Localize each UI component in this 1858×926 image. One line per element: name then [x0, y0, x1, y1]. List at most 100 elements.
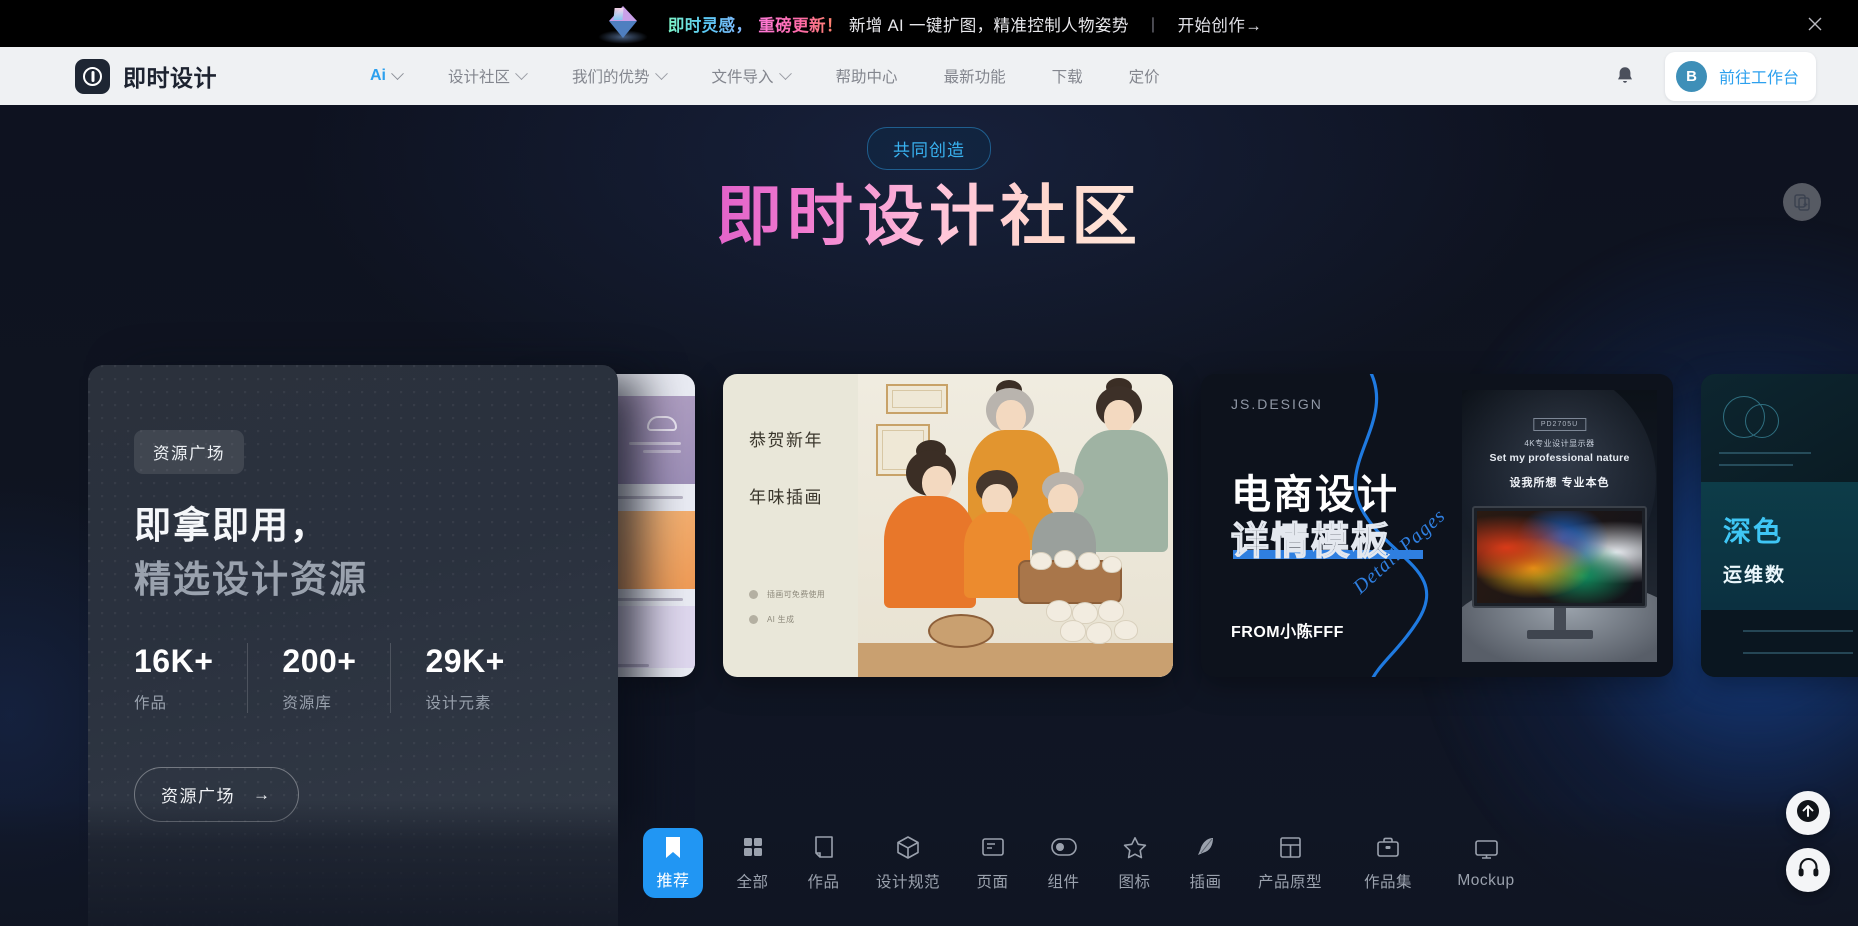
- stat-value: 29K+: [425, 643, 505, 679]
- avatar: B: [1675, 60, 1707, 92]
- tab-label: 作品: [807, 874, 840, 891]
- toggle-icon: [1050, 834, 1077, 860]
- promo-highlight-1: 即时灵感，: [668, 12, 753, 36]
- tab-portfolio[interactable]: 作品集: [1339, 824, 1437, 902]
- promo-content: 即时灵感， 重磅更新！ 新增 AI 一键扩图，精准控制人物姿势 丨 开始创作→: [596, 2, 1262, 46]
- panel-stats: 16K+ 作品 200+ 资源库 29K+ 设计元素: [134, 643, 505, 713]
- tab-mockup[interactable]: Mockup: [1437, 826, 1535, 900]
- nav-label: 文件导入: [711, 69, 774, 86]
- promo-cta-link[interactable]: 开始创作→: [1178, 12, 1263, 36]
- brand-logo-link[interactable]: 即时设计: [75, 58, 217, 94]
- star-icon: [1123, 834, 1147, 860]
- tab-label: 设计规范: [875, 874, 940, 891]
- chevron-down-icon: [391, 66, 404, 80]
- tab-label: 全部: [736, 874, 769, 891]
- illustration-title-2: 年味插画: [749, 487, 823, 507]
- tab-label: 产品原型: [1257, 874, 1322, 891]
- layout-icon: [1279, 834, 1302, 860]
- add-collection-icon[interactable]: [1783, 183, 1821, 221]
- promo-text: 即时灵感， 重磅更新！ 新增 AI 一键扩图，精准控制人物姿势 丨 开始创作→: [668, 12, 1262, 36]
- stat-value: 200+: [282, 643, 357, 679]
- tab-label: 推荐: [656, 872, 690, 890]
- tab-pages[interactable]: 页面: [957, 824, 1028, 902]
- header-actions: B 前往工作台: [1603, 51, 1858, 101]
- list-item: 插画可免费使用: [749, 589, 825, 600]
- illustration-card-text: 恭贺新年 年味插画 插画可免费使用 AI 生成: [723, 374, 858, 677]
- tab-design-system[interactable]: 设计规范: [859, 824, 957, 902]
- bullet-dot-icon: [749, 614, 758, 624]
- card-brand-label: JS.DESIGN: [1231, 395, 1323, 412]
- bell-icon[interactable]: [1603, 54, 1647, 98]
- go-to-workbench-button[interactable]: B 前往工作台: [1664, 51, 1816, 101]
- card-author: FROM小陈FFF: [1231, 623, 1344, 641]
- go-to-workbench-label: 前往工作台: [1718, 70, 1799, 87]
- card-title-line1: 深色: [1723, 515, 1784, 547]
- nav-item-ai[interactable]: Ai: [347, 47, 425, 105]
- illustration-bullets: 插画可免费使用 AI 生成: [749, 589, 825, 639]
- carousel-card-ecommerce-template[interactable]: JS.DESIGN 电商设计 详情模板 Detail Pages FROM小陈F…: [1201, 373, 1673, 677]
- tab-works[interactable]: 作品: [788, 824, 859, 902]
- category-tabbar: 推荐 全部 作品 设计规范 页面 组件 图标 插画 产品原型 作品集 Mocku…: [0, 800, 1858, 926]
- bullet-dot-icon: [749, 589, 758, 599]
- tab-label: 组件: [1047, 874, 1080, 891]
- nav-item-community[interactable]: 设计社区: [425, 47, 549, 105]
- chevron-down-icon: [778, 66, 792, 80]
- resource-plaza-tag[interactable]: 资源广场: [134, 430, 244, 474]
- briefcase-icon: [1376, 834, 1400, 860]
- tab-illustration[interactable]: 插画: [1170, 824, 1241, 902]
- list-item: AI 生成: [749, 614, 825, 625]
- tab-icons[interactable]: 图标: [1099, 824, 1170, 902]
- nav-label: 下载: [1051, 69, 1083, 86]
- site-header: 即时设计 Ai 设计社区 我们的优势 文件导入 帮助中心 最新功能 下载 定价 …: [0, 47, 1858, 105]
- tab-prototype[interactable]: 产品原型: [1241, 824, 1339, 902]
- card-title-line2: 运维数: [1723, 564, 1787, 586]
- nav-item-pricing[interactable]: 定价: [1106, 47, 1183, 105]
- panel-heading-line1: 即拿即用，: [134, 505, 329, 546]
- nav-item-file-import[interactable]: 文件导入: [689, 47, 813, 105]
- stat-label: 作品: [134, 695, 168, 712]
- stat-libraries: 200+ 资源库: [282, 643, 392, 713]
- chevron-down-icon: [515, 66, 528, 80]
- arrow-up-circle-icon: [1795, 798, 1821, 829]
- nav-label: 定价: [1128, 69, 1160, 86]
- page-root: 即时灵感， 重磅更新！ 新增 AI 一键扩图，精准控制人物姿势 丨 开始创作→ …: [0, 0, 1858, 926]
- bookmark-icon: [663, 836, 683, 860]
- monitor-mockup: [1472, 505, 1647, 608]
- floating-action-buttons: [1786, 791, 1830, 892]
- carousel-card-new-year-illustration[interactable]: 恭贺新年 年味插画 插画可免费使用 AI 生成: [723, 373, 1173, 677]
- carousel-card-dark-dashboard[interactable]: 深色 运维数: [1701, 373, 1858, 677]
- nav-label: 设计社区: [448, 69, 511, 86]
- nav-item-advantages[interactable]: 我们的优势: [549, 47, 689, 105]
- tab-label: 图标: [1118, 874, 1151, 891]
- scroll-to-top-button[interactable]: [1786, 791, 1830, 835]
- page-icon: [981, 834, 1005, 860]
- tab-label: 页面: [976, 874, 1009, 891]
- tab-all[interactable]: 全部: [717, 824, 788, 902]
- close-icon[interactable]: [1802, 11, 1828, 37]
- bullet-label: AI 生成: [767, 614, 795, 624]
- promo-highlight-2: 重磅更新！: [758, 12, 843, 36]
- artboard-icon: [813, 834, 835, 860]
- promo-separator: 丨: [1144, 16, 1162, 35]
- nav-label: Ai: [370, 67, 386, 84]
- tab-label: 作品集: [1363, 874, 1412, 891]
- poster-sku: PD2705U: [1532, 417, 1587, 431]
- stat-label: 资源库: [282, 695, 332, 712]
- monitor-icon: [1474, 836, 1499, 862]
- nav-item-whats-new[interactable]: 最新功能: [921, 47, 1029, 105]
- poster-preview: PD2705U 4K专业设计显示器 Set my professional na…: [1462, 389, 1657, 662]
- cube-icon: [896, 834, 920, 860]
- card-title-line2: 详情模板: [1230, 520, 1392, 563]
- tab-label: 插画: [1189, 874, 1222, 891]
- illustration-title-1: 恭贺新年: [749, 430, 823, 450]
- promo-description: 新增 AI 一键扩图，精准控制人物姿势: [848, 16, 1129, 35]
- nav-item-download[interactable]: 下载: [1029, 47, 1106, 105]
- nav-label: 最新功能: [943, 69, 1006, 86]
- bullet-label: 插画可免费使用: [767, 589, 826, 599]
- nav-item-help-center[interactable]: 帮助中心: [813, 47, 921, 105]
- customer-support-button[interactable]: [1786, 848, 1830, 892]
- tab-recommended[interactable]: 推荐: [643, 828, 703, 898]
- tab-components[interactable]: 组件: [1028, 824, 1099, 902]
- stat-elements: 29K+ 设计元素: [425, 643, 504, 713]
- panel-heading-line2: 精选设计资源: [134, 559, 368, 600]
